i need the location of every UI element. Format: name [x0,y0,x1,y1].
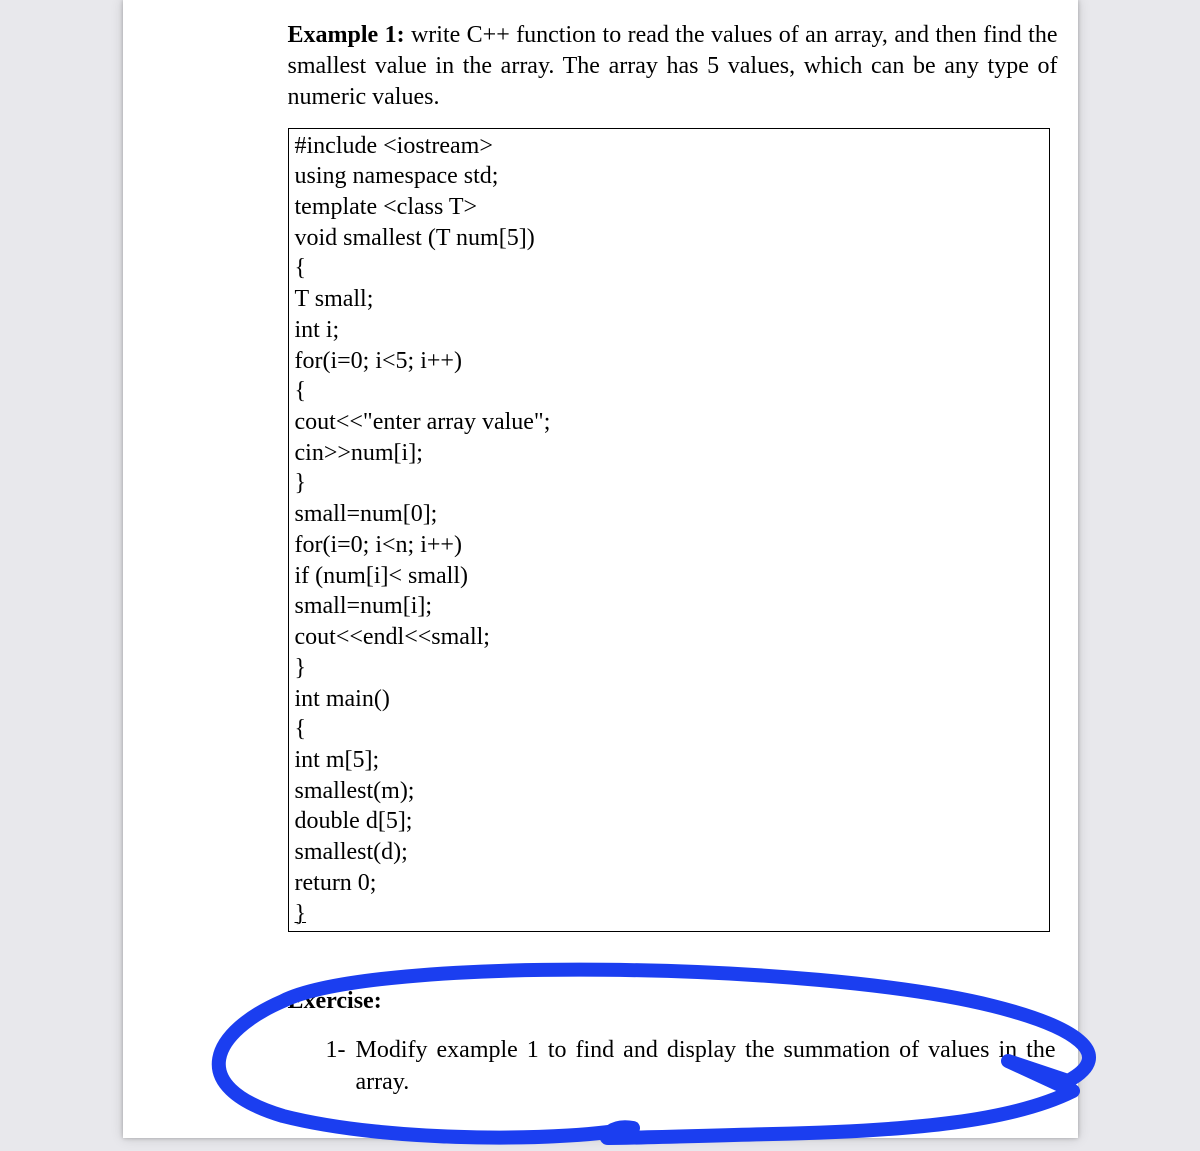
code-line: double d[5]; [295,806,1043,837]
code-line: small=num[0]; [295,499,1043,530]
code-line: { [295,376,1043,407]
example-paragraph: Example 1: write C++ function to read th… [288,20,1058,114]
code-line: void smallest (T num[5]) [295,223,1043,254]
code-line: for(i=0; i<n; i++) [295,530,1043,561]
code-line: int m[5]; [295,745,1043,776]
code-line: #include <iostream> [295,131,1043,162]
code-line: int main() [295,684,1043,715]
exercise-section: Exercise: 1-Modify example 1 to find and… [288,986,1058,1098]
code-line: cout<<"enter array value"; [295,407,1043,438]
code-line: } [295,899,1043,930]
exercise-item: 1-Modify example 1 to find and display t… [326,1035,1058,1097]
code-line: cout<<endl<<small; [295,622,1043,653]
code-line: cin>>num[i]; [295,438,1043,469]
code-line: smallest(m); [295,776,1043,807]
document-page: Example 1: write C++ function to read th… [123,0,1078,1138]
code-line: for(i=0; i<5; i++) [295,346,1043,377]
code-line: T small; [295,284,1043,315]
code-line: return 0; [295,868,1043,899]
exercise-item-text: Modify example 1 to find and display the… [356,1035,1056,1097]
code-line: small=num[i]; [295,591,1043,622]
code-line: } [295,468,1043,499]
code-line: using namespace std; [295,161,1043,192]
code-line: smallest(d); [295,837,1043,868]
exercise-list: 1-Modify example 1 to find and display t… [326,1035,1058,1097]
viewport: Example 1: write C++ function to read th… [0,0,1200,1146]
example-label: Example 1: [288,22,405,48]
code-line: } [295,653,1043,684]
code-line: if (num[i]< small) [295,561,1043,592]
exercise-heading: Exercise: [288,986,1058,1017]
code-line: int i; [295,315,1043,346]
code-box: #include <iostream>using namespace std;t… [288,128,1050,933]
code-line: { [295,253,1043,284]
exercise-item-number: 1- [326,1035,356,1066]
page-content: Example 1: write C++ function to read th… [288,20,1058,1098]
code-line: { [295,714,1043,745]
code-line: template <class T> [295,192,1043,223]
